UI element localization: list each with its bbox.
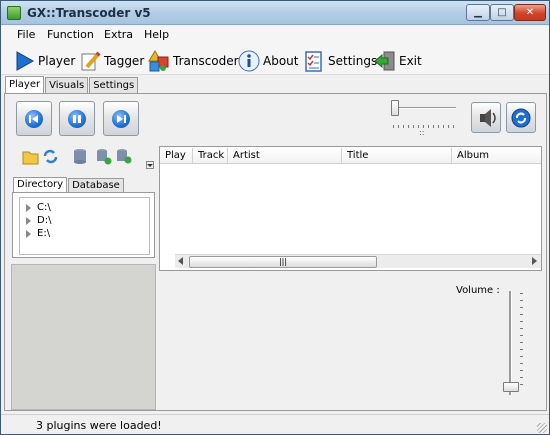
mute-button[interactable] <box>471 102 501 133</box>
column-artist[interactable]: Artist <box>228 148 342 164</box>
toolbar-about-button[interactable]: About <box>238 48 298 74</box>
directory-tabs: Directory Database <box>13 177 125 192</box>
next-button[interactable] <box>103 101 139 136</box>
title-bar[interactable]: GX::Transcoder v5 ▁ □ ✕ <box>1 1 549 25</box>
tab-database[interactable]: Database <box>68 178 124 192</box>
speaker-icon <box>480 109 496 127</box>
exit-door-icon <box>374 50 396 72</box>
directory-panel: C:\ D:\ E:\ <box>12 192 155 258</box>
expand-icon[interactable] <box>26 203 31 212</box>
seek-slider-ticks <box>393 125 456 128</box>
column-track[interactable]: Track <box>193 148 228 164</box>
transcoder-shapes-icon <box>148 50 170 72</box>
drive-label: D:\ <box>37 215 52 226</box>
menu-help[interactable]: Help <box>144 28 169 41</box>
drive-label: C:\ <box>37 202 51 213</box>
tab-settings[interactable]: Settings <box>89 77 139 93</box>
toolbar-settings-button[interactable]: Settings <box>303 48 377 74</box>
status-bar: 3 plugins were loaded! <box>1 414 549 434</box>
close-button[interactable]: ✕ <box>514 4 546 21</box>
pause-button[interactable] <box>59 101 95 136</box>
toolbar-exit-button[interactable]: Exit <box>374 48 422 74</box>
toolbar-player-label: Player <box>38 54 76 68</box>
volume-label: Volume : <box>456 285 500 296</box>
visualization-area <box>11 264 156 410</box>
repeat-button[interactable] <box>506 102 536 133</box>
menu-extra[interactable]: Extra <box>104 28 133 41</box>
volume-slider-track[interactable] <box>509 291 512 395</box>
toolbar-tagger-button[interactable]: Tagger <box>79 48 144 74</box>
refresh-icon[interactable] <box>42 148 59 165</box>
toolbar-settings-label: Settings <box>328 54 378 68</box>
toolbar-transcoder-label: Transcoder <box>173 54 239 68</box>
drive-label: E:\ <box>37 228 51 239</box>
repeat-icon <box>511 108 531 128</box>
seek-slider-label: :: <box>419 128 425 137</box>
dropdown-arrow-icon[interactable] <box>146 161 154 169</box>
column-title[interactable]: Title <box>342 148 452 164</box>
maximize-icon: □ <box>497 7 507 18</box>
close-icon: ✕ <box>525 7 535 18</box>
seek-slider-thumb[interactable] <box>391 100 399 116</box>
toolbar-tagger-label: Tagger <box>104 54 145 68</box>
tagger-pencil-icon <box>79 50 101 72</box>
toolbar-exit-label: Exit <box>399 54 422 68</box>
tree-item-c[interactable]: C:\ <box>26 202 51 213</box>
toolbar-about-label: About <box>263 54 299 68</box>
scroll-right-icon[interactable] <box>532 257 537 265</box>
previous-button[interactable] <box>16 101 52 136</box>
main-window: GX::Transcoder v5 ▁ □ ✕ File Function Ex… <box>0 0 550 435</box>
previous-icon <box>25 110 43 128</box>
pause-icon <box>68 110 86 128</box>
playlist-grid[interactable]: Play Track Artist Title Album <box>159 146 542 271</box>
column-play[interactable]: Play <box>160 148 193 164</box>
window-title: GX::Transcoder v5 <box>27 6 151 20</box>
main-tabs: Player Visuals Settings <box>5 76 139 93</box>
scroll-thumb[interactable]: ||| <box>189 256 377 268</box>
tree-item-d[interactable]: D:\ <box>26 215 51 226</box>
database-refresh-icon[interactable] <box>115 148 132 165</box>
minimize-button[interactable]: ▁ <box>466 4 490 21</box>
tab-directory[interactable]: Directory <box>13 177 68 192</box>
app-icon <box>7 6 21 20</box>
maximize-button[interactable]: □ <box>490 4 514 21</box>
volume-slider-ticks <box>520 293 523 391</box>
toolbar-transcoder-button[interactable]: Transcoder <box>148 48 239 74</box>
database-icon[interactable] <box>72 148 89 165</box>
seek-slider-track[interactable] <box>391 107 456 109</box>
playlist-horizontal-scrollbar[interactable]: ||| <box>175 254 541 268</box>
settings-checklist-icon <box>303 50 325 72</box>
resize-grip-icon[interactable] <box>537 423 547 433</box>
minimize-icon: ▁ <box>474 7 482 18</box>
main-toolbar: Player Tagger Transcoder About Settings <box>1 45 549 75</box>
menu-function[interactable]: Function <box>47 28 94 41</box>
column-album[interactable]: Album <box>452 148 541 164</box>
info-icon <box>238 50 260 72</box>
next-icon <box>112 110 130 128</box>
database-add-icon[interactable] <box>95 148 112 165</box>
scroll-grip: ||| <box>278 257 288 266</box>
expand-icon[interactable] <box>26 229 31 238</box>
menu-bar: File Function Extra Help <box>1 26 549 45</box>
expand-icon[interactable] <box>26 216 31 225</box>
menu-file[interactable]: File <box>17 28 35 41</box>
status-text: 3 plugins were loaded! <box>36 419 162 432</box>
scroll-left-icon[interactable] <box>178 257 183 265</box>
folder-icon[interactable] <box>22 148 39 165</box>
volume-slider-thumb[interactable] <box>503 382 519 392</box>
directory-tree: C:\ D:\ E:\ <box>19 197 150 255</box>
tab-player[interactable]: Player <box>5 76 45 93</box>
play-icon <box>13 50 35 72</box>
tree-item-e[interactable]: E:\ <box>26 228 50 239</box>
tab-visuals[interactable]: Visuals <box>45 77 89 93</box>
toolbar-player-button[interactable]: Player <box>13 48 75 74</box>
